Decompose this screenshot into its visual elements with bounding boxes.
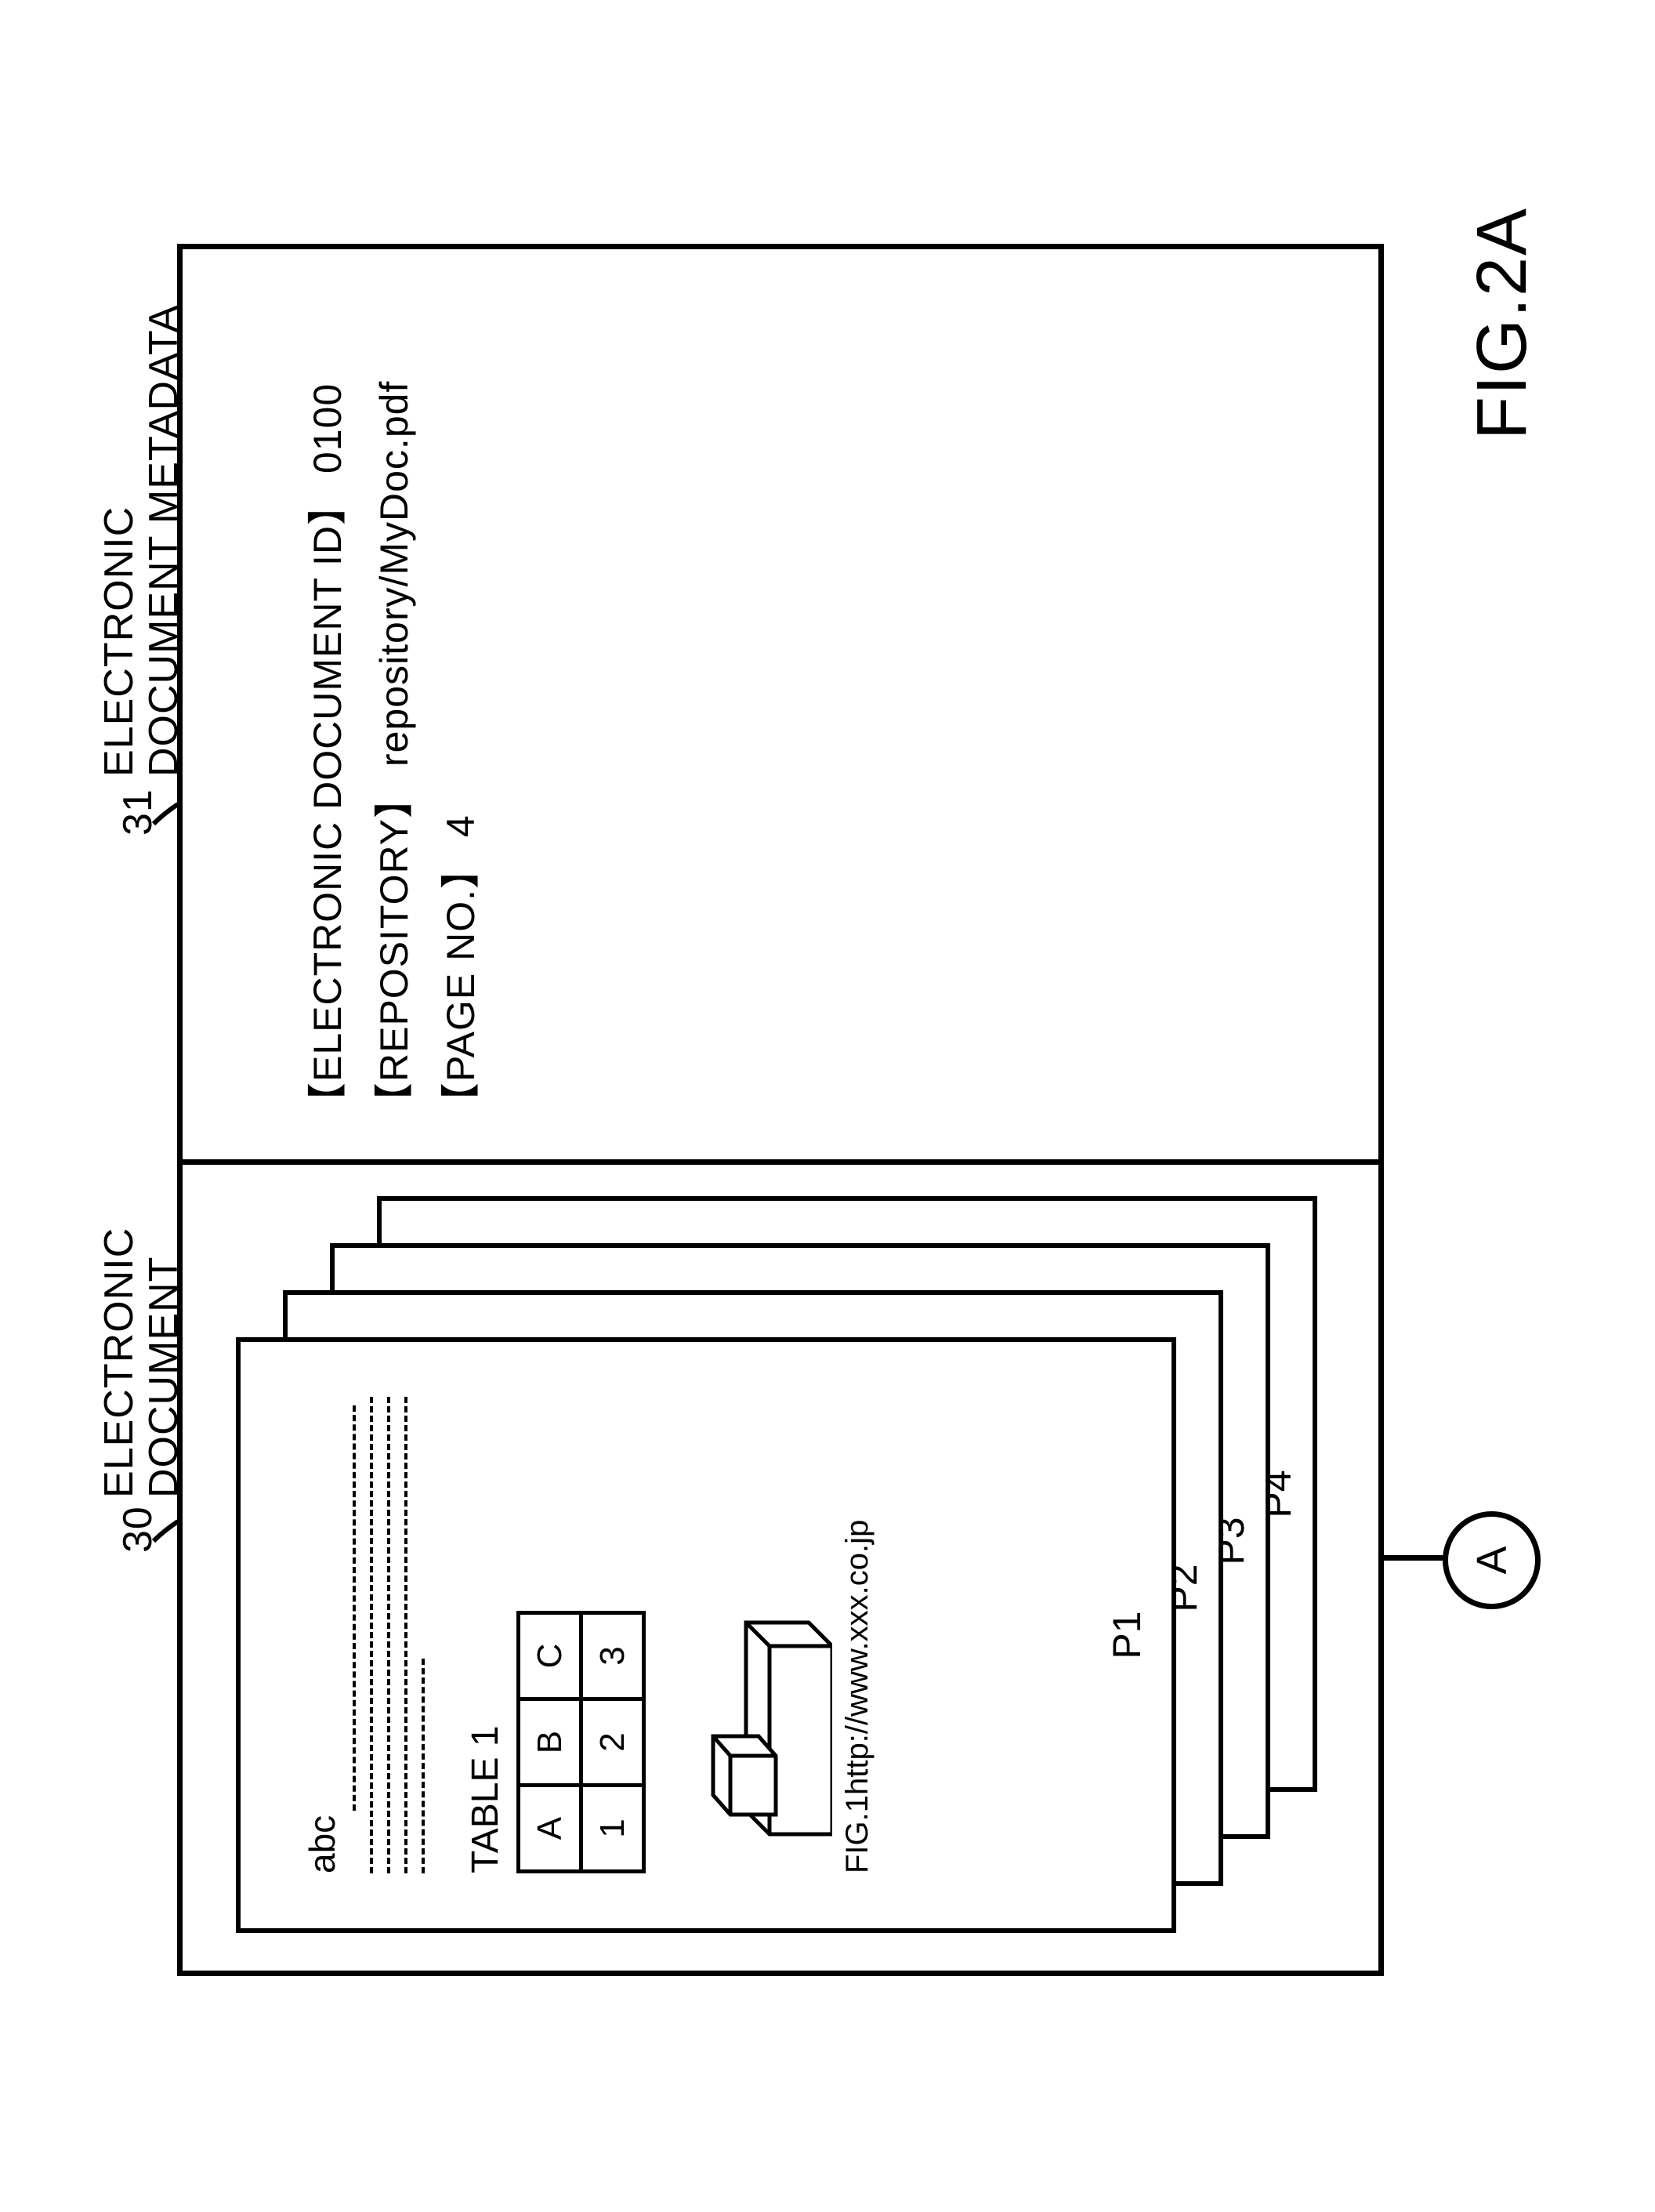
callout-30-text: ELECTRONIC DOCUMENT [97, 1227, 187, 1498]
callout-31-text: ELECTRONIC DOCUMENT METADATA [97, 305, 187, 777]
text-line [370, 1397, 373, 1873]
table-cell: 3 [581, 1613, 644, 1699]
connector-circle: A [1443, 1511, 1541, 1609]
table-cell: 1 [581, 1786, 644, 1872]
vertical-divider [177, 1159, 1384, 1165]
text-line [422, 1659, 425, 1873]
diagram-canvas: 30 ELECTRONIC DOCUMENT 31 ELECTRONIC DOC… [83, 87, 1572, 2125]
page-label-p1: P1 [1104, 1611, 1150, 1659]
page-1: abc TABLE 1 A B C 1 2 [236, 1337, 1176, 1933]
table-cell: B [519, 1699, 581, 1786]
text-line [404, 1397, 407, 1873]
box-3d-icon [683, 1591, 832, 1858]
table-cell: C [519, 1613, 581, 1699]
page-stack: P4 P3 P2 abc TABLE 1 A [236, 1180, 1380, 1933]
table-cell: 2 [581, 1699, 644, 1786]
metadata-block: 【ELECTRONIC DOCUMENT ID】 0100 【REPOSITOR… [295, 275, 494, 1122]
meta-row-page: 【PAGE NO.】 4 [428, 275, 494, 1122]
text-lines [353, 1397, 425, 1873]
mini-table: A B C 1 2 3 [516, 1611, 646, 1873]
figure-number: FIG.2A [1462, 207, 1543, 440]
figure-caption: FIG.1http://www.xxx.co.jp [840, 1520, 875, 1873]
abc-text: abc [302, 1815, 342, 1873]
figure-row: FIG.1http://www.xxx.co.jp [683, 1397, 875, 1873]
meta-row-id: 【ELECTRONIC DOCUMENT ID】 0100 [295, 275, 361, 1122]
meta-row-repo: 【REPOSITORY】 repository/MyDoc.pdf [361, 275, 428, 1122]
table-cell: A [519, 1786, 581, 1872]
text-block: abc [295, 1397, 425, 1873]
text-line [353, 1405, 356, 1811]
connector-label: A [1468, 1546, 1516, 1574]
table-title: TABLE 1 [464, 1397, 507, 1873]
text-line [387, 1397, 390, 1873]
